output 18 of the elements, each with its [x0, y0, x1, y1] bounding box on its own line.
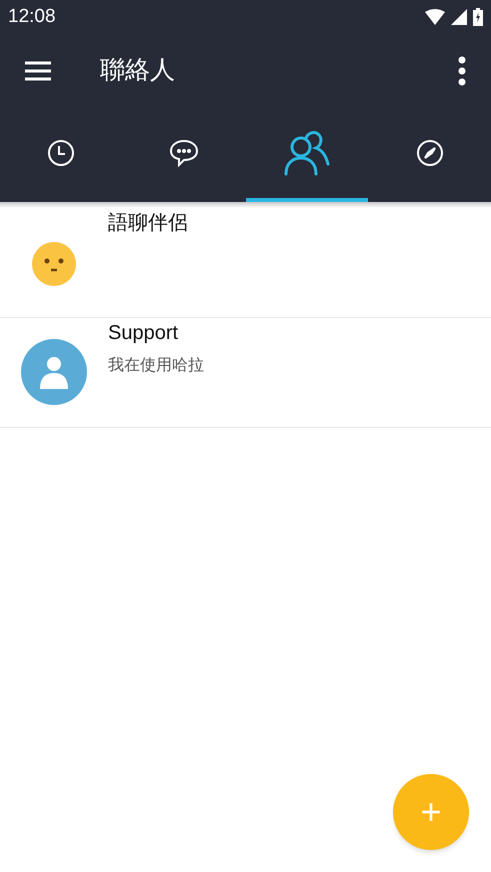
- more-options-icon[interactable]: [457, 56, 467, 86]
- smiley-avatar-icon: [31, 241, 77, 287]
- wifi-icon: [425, 9, 445, 25]
- contact-status: 我在使用哈拉: [108, 356, 204, 376]
- chat-bubble-icon: [169, 138, 200, 168]
- clock-icon: [47, 139, 76, 167]
- contact-row[interactable]: Support 我在使用哈拉: [0, 318, 491, 428]
- contact-name: 語聊伴侶: [108, 211, 188, 236]
- battery-icon: [473, 8, 483, 26]
- contact-name: Support: [108, 321, 180, 346]
- compass-icon: [416, 139, 444, 167]
- signal-icon: [451, 9, 467, 25]
- contact-row[interactable]: 語聊伴侶: [0, 208, 491, 318]
- person-avatar-icon: [21, 339, 87, 405]
- people-icon: [284, 130, 330, 176]
- app-title: 聯絡人: [100, 55, 176, 86]
- menu-icon[interactable]: [24, 61, 52, 81]
- status-time: 12:08: [8, 4, 56, 29]
